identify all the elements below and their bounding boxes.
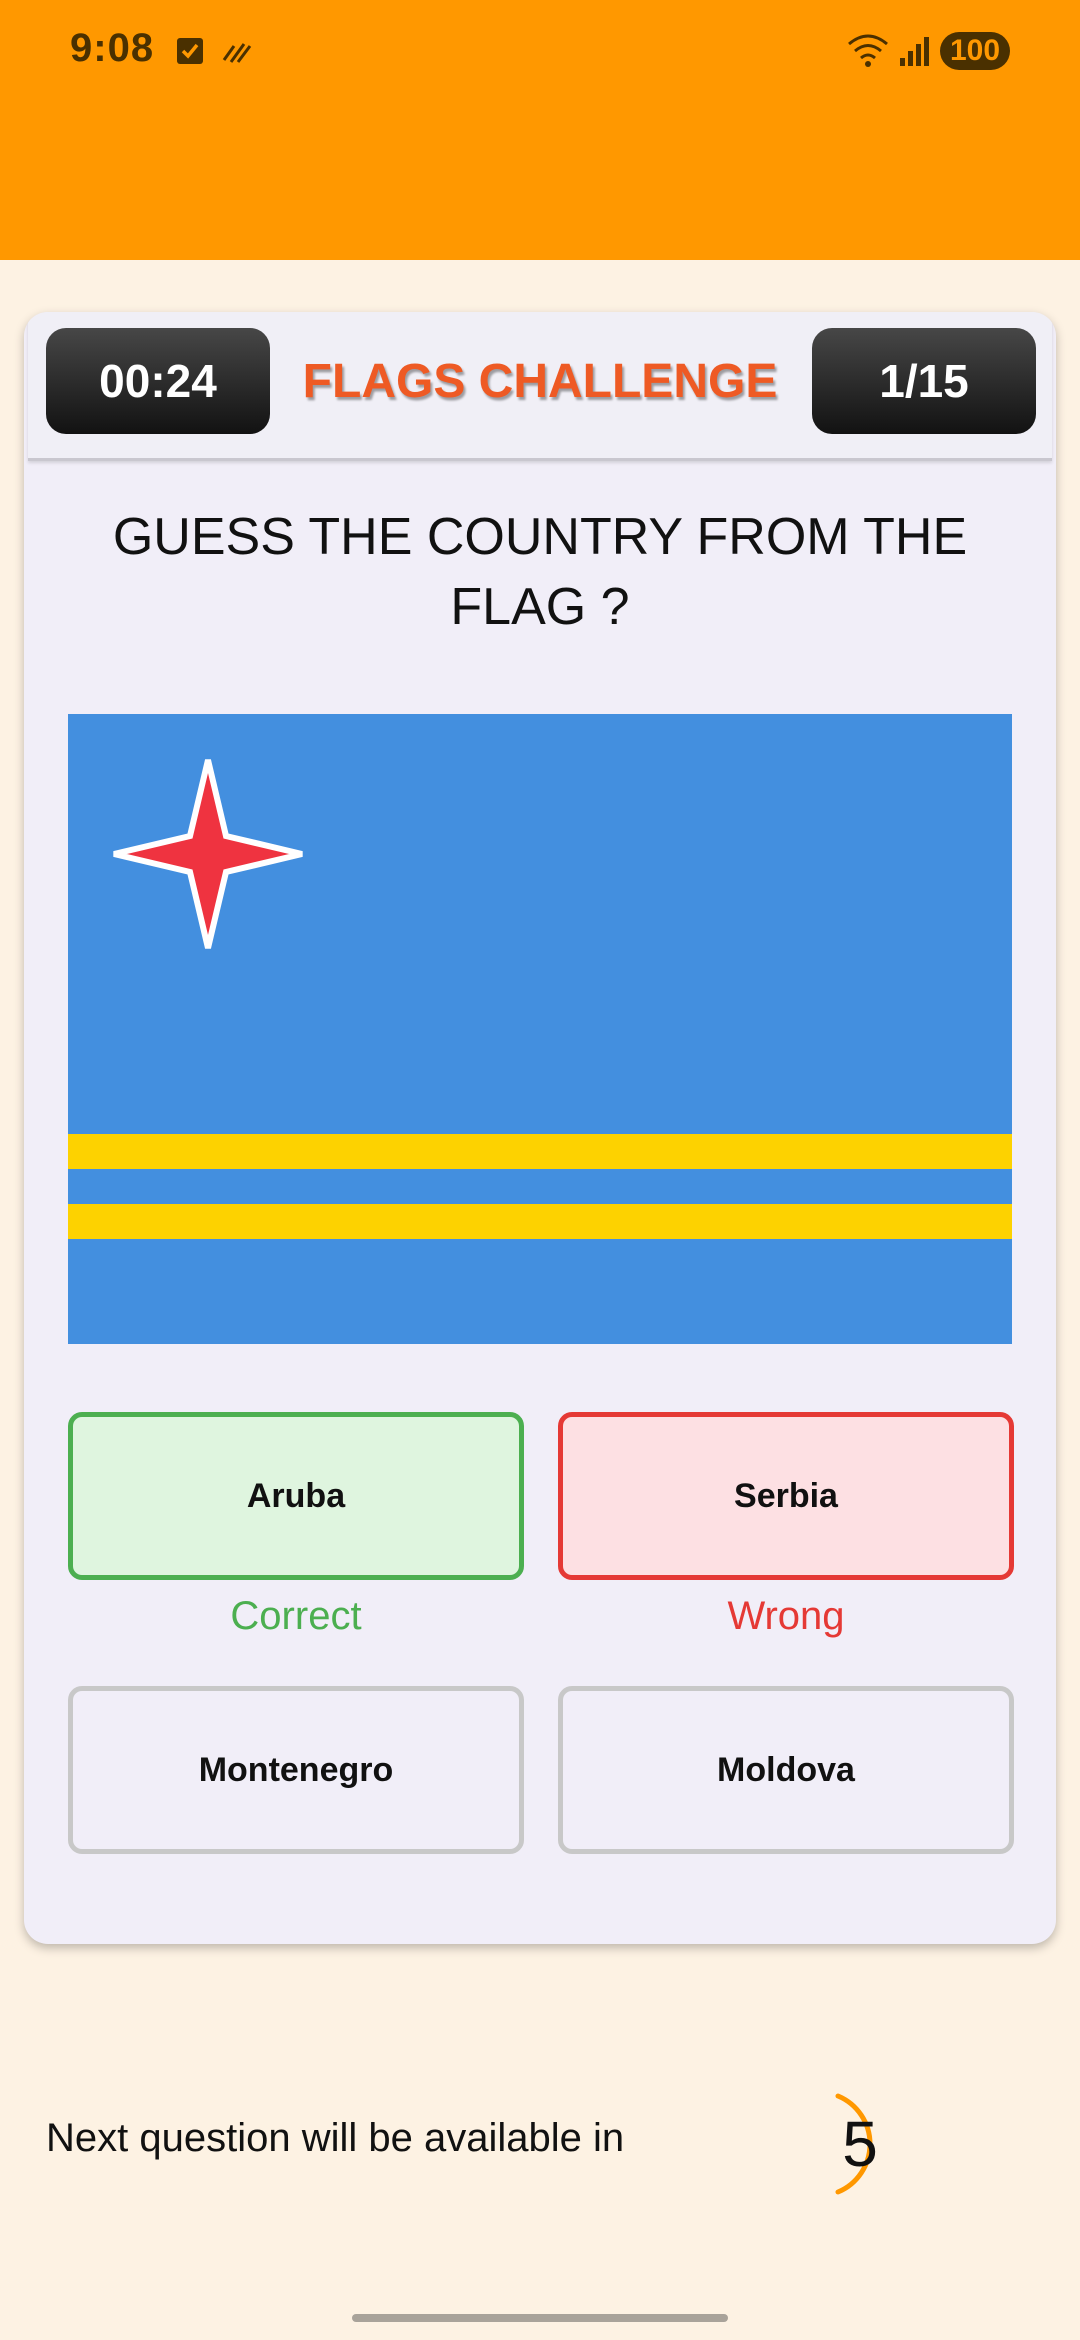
option-aruba[interactable]: Aruba <box>68 1412 524 1580</box>
signal-icon <box>900 37 929 66</box>
no-sim-icon <box>222 43 252 63</box>
next-question-text: Next question will be available in <box>46 2116 625 2160</box>
timer-display: 00:24 <box>46 328 270 434</box>
app-title: FLAGS CHALLENGE <box>302 355 778 408</box>
option-moldova[interactable]: Moldova <box>558 1686 1014 1854</box>
correct-label: Correct <box>230 1594 362 1638</box>
wifi-icon <box>848 34 888 67</box>
battery-icon: 100 <box>940 32 1010 70</box>
wrong-label: Wrong <box>727 1594 845 1638</box>
option-serbia[interactable]: Serbia <box>558 1412 1014 1580</box>
home-indicator[interactable] <box>352 2314 728 2322</box>
checkbox-icon <box>177 38 203 64</box>
status-bar: 9:08 100 <box>0 0 1080 260</box>
question-counter: 1/15 <box>812 328 1036 434</box>
option-montenegro[interactable]: Montenegro <box>68 1686 524 1854</box>
countdown-number: 5 <box>842 2108 878 2180</box>
status-time: 9:08 <box>70 26 155 70</box>
question-text: GUESS THE COUNTRY FROM THE FLAG ? <box>112 508 968 636</box>
quiz-header: 00:24 FLAGS CHALLENGE 1/15 <box>28 312 1052 461</box>
flag-image <box>68 714 1012 1344</box>
quiz-card: 00:24 FLAGS CHALLENGE 1/15 GUESS THE COU… <box>24 312 1056 1944</box>
